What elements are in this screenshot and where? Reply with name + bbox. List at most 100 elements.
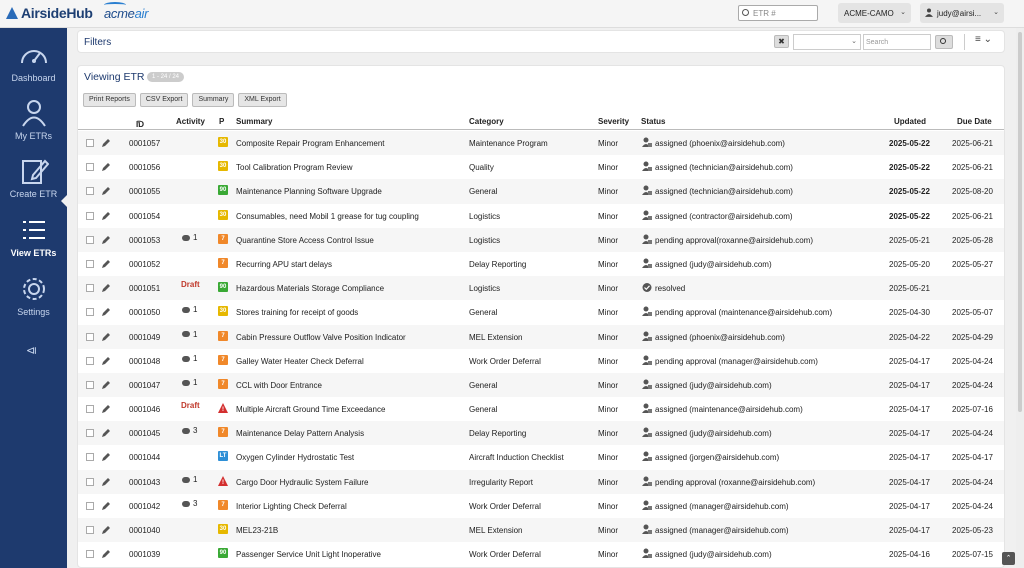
edit-pencil-icon[interactable] — [101, 332, 111, 342]
etr-summary[interactable]: Composite Repair Program Enhancement — [236, 139, 385, 148]
filter-search-input[interactable]: Search — [863, 34, 931, 50]
filter-menu-toggle[interactable]: ≡ ⌄ — [975, 34, 992, 45]
etr-id[interactable]: 0001056 — [129, 163, 160, 172]
activity-count[interactable]: 3 — [182, 426, 197, 435]
row-checkbox[interactable] — [86, 235, 94, 244]
csv-export-button[interactable]: CSV Export — [139, 93, 189, 107]
etr-id[interactable]: 0001052 — [129, 260, 160, 269]
etr-id[interactable]: 0001046 — [129, 405, 160, 414]
sidebar-item-view-etrs[interactable]: View ETRs — [0, 209, 67, 264]
filter-select[interactable]: ⌄ — [793, 34, 861, 50]
etr-summary[interactable]: Stores training for receipt of goods — [236, 308, 358, 317]
table-row[interactable]: 0001039 90 Passenger Service Unit Light … — [78, 542, 1004, 566]
col-priority[interactable]: P — [219, 117, 224, 126]
activity-count[interactable]: 3 — [182, 499, 197, 508]
edit-pencil-icon[interactable] — [101, 211, 111, 221]
row-checkbox[interactable] — [86, 139, 94, 147]
col-due-date[interactable]: Due Date — [957, 117, 992, 126]
etr-summary[interactable]: MEL23-21B — [236, 526, 278, 535]
collapse-sidebar-icon[interactable]: ⧏ — [26, 344, 40, 357]
etr-id[interactable]: 0001043 — [129, 478, 160, 487]
row-checkbox[interactable] — [86, 332, 94, 341]
clear-filters-button[interactable]: ✖ — [774, 35, 789, 48]
table-row[interactable]: 0001045 3 7 Maintenance Delay Pattern An… — [78, 421, 1004, 446]
etr-summary[interactable]: Maintenance Planning Software Upgrade — [236, 187, 382, 196]
etr-id[interactable]: 0001057 — [129, 139, 160, 148]
etr-summary[interactable]: Consumables, need Mobil 1 grease for tug… — [236, 212, 419, 221]
etr-id[interactable]: 0001045 — [129, 429, 160, 438]
table-row[interactable]: 0001046 Draft Multiple Aircraft Ground T… — [78, 397, 1004, 421]
summary-button[interactable]: Summary — [192, 93, 235, 107]
etr-summary[interactable]: Galley Water Heater Check Deferral — [236, 357, 364, 366]
row-checkbox[interactable] — [86, 308, 94, 317]
etr-summary[interactable]: Interior Lighting Check Deferral — [236, 502, 347, 511]
etr-summary[interactable]: Passenger Service Unit Light Inoperative — [236, 550, 381, 559]
table-row[interactable]: 0001055 90 Maintenance Planning Software… — [78, 179, 1004, 204]
table-row[interactable]: 0001040 30 MEL23-21B MEL Extension Minor… — [78, 518, 1004, 543]
etr-id[interactable]: 0001044 — [129, 453, 160, 462]
edit-pencil-icon[interactable] — [101, 404, 111, 414]
etr-id[interactable]: 0001047 — [129, 381, 160, 390]
activity-count[interactable]: 1 — [182, 378, 197, 387]
scroll-top-button[interactable]: ⌃ — [1002, 552, 1015, 565]
etr-search-input[interactable]: ETR # — [738, 5, 818, 21]
etr-summary[interactable]: Oxygen Cylinder Hydrostatic Test — [236, 453, 354, 462]
scrollbar-thumb[interactable] — [1018, 32, 1022, 412]
etr-summary[interactable]: Multiple Aircraft Ground Time Exceedance — [236, 405, 385, 414]
edit-pencil-icon[interactable] — [101, 307, 111, 317]
table-row[interactable]: 0001043 1 Cargo Door Hydraulic System Fa… — [78, 469, 1004, 494]
row-checkbox[interactable] — [86, 501, 94, 510]
edit-pencil-icon[interactable] — [101, 501, 111, 511]
table-row[interactable]: 0001048 1 7 Galley Water Heater Check De… — [78, 349, 1004, 373]
row-checkbox[interactable] — [86, 187, 94, 196]
table-row[interactable]: 0001052 7 Recurring APU start delays Del… — [78, 252, 1004, 276]
etr-id[interactable]: 0001055 — [129, 187, 160, 196]
etr-summary[interactable]: Recurring APU start delays — [236, 260, 332, 269]
etr-summary[interactable]: Maintenance Delay Pattern Analysis — [236, 429, 364, 438]
etr-id[interactable]: 0001050 — [129, 308, 160, 317]
activity-count[interactable]: 1 — [182, 233, 197, 242]
table-row[interactable]: 0001056 30 Tool Calibration Program Revi… — [78, 155, 1004, 179]
edit-pencil-icon[interactable] — [101, 138, 111, 148]
row-checkbox[interactable] — [86, 429, 94, 438]
edit-pencil-icon[interactable] — [101, 283, 111, 293]
etr-id[interactable]: 0001049 — [129, 333, 160, 342]
etr-id[interactable]: 0001054 — [129, 212, 160, 221]
etr-summary[interactable]: Cargo Door Hydraulic System Failure — [236, 478, 369, 487]
table-row[interactable]: 0001049 1 7 Cabin Pressure Outflow Valve… — [78, 324, 1004, 349]
activity-count[interactable]: 1 — [182, 330, 197, 339]
edit-pencil-icon[interactable] — [101, 428, 111, 438]
sidebar-item-settings[interactable]: Settings — [0, 268, 67, 323]
row-checkbox[interactable] — [86, 526, 94, 534]
table-row[interactable]: 0001051 Draft 90 Hazardous Materials Sto… — [78, 276, 1004, 301]
edit-pencil-icon[interactable] — [101, 380, 111, 390]
etr-id[interactable]: 0001053 — [129, 236, 160, 245]
sidebar-item-dashboard[interactable]: Dashboard — [0, 34, 67, 89]
edit-pencil-icon[interactable] — [101, 259, 111, 269]
etr-id[interactable]: 0001051 — [129, 284, 160, 293]
table-row[interactable]: 0001042 3 7 Interior Lighting Check Defe… — [78, 494, 1004, 518]
etr-summary[interactable]: CCL with Door Entrance — [236, 381, 322, 390]
row-checkbox[interactable] — [86, 380, 94, 389]
edit-pencil-icon[interactable] — [101, 452, 111, 462]
col-activity[interactable]: Activity — [176, 117, 205, 126]
edit-pencil-icon[interactable] — [101, 477, 111, 487]
col-category[interactable]: Category — [469, 117, 504, 126]
page-scrollbar[interactable] — [1016, 28, 1024, 568]
row-checkbox[interactable] — [86, 550, 94, 559]
table-row[interactable]: 0001054 30 Consumables, need Mobil 1 gre… — [78, 204, 1004, 228]
row-checkbox[interactable] — [86, 477, 94, 486]
etr-summary[interactable]: Hazardous Materials Storage Compliance — [236, 284, 384, 293]
edit-pencil-icon[interactable] — [101, 356, 111, 366]
edit-pencil-icon[interactable] — [101, 186, 111, 196]
etr-id[interactable]: 0001042 — [129, 502, 160, 511]
edit-pencil-icon[interactable] — [101, 235, 111, 245]
etr-summary[interactable]: Tool Calibration Program Review — [236, 163, 353, 172]
activity-count[interactable]: 1 — [182, 354, 197, 363]
print-reports-button[interactable]: Print Reports — [83, 93, 136, 107]
etr-id[interactable]: 0001048 — [129, 357, 160, 366]
row-checkbox[interactable] — [86, 284, 94, 293]
edit-pencil-icon[interactable] — [101, 525, 111, 535]
etr-id[interactable]: 0001039 — [129, 550, 160, 559]
col-summary[interactable]: Summary — [236, 117, 272, 126]
